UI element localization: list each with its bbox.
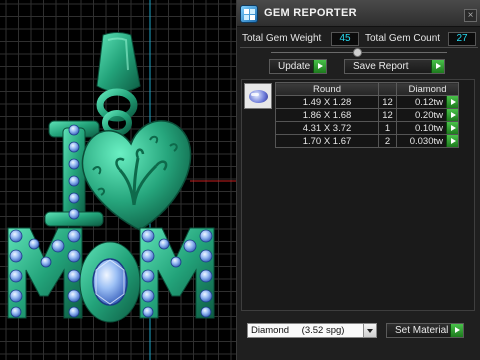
- accent-gem: [51, 239, 65, 253]
- gem-reporter-panel: GEM REPORTER × Total Gem Weight 45 Total…: [236, 0, 480, 360]
- accent-gem: [199, 249, 213, 263]
- gem-weight-cell: 0.10tw: [396, 121, 459, 135]
- 3d-viewport[interactable]: [0, 0, 238, 360]
- accent-gem: [199, 269, 213, 283]
- panel-titlebar[interactable]: GEM REPORTER ×: [237, 0, 480, 27]
- total-gem-count-value: 27: [448, 32, 476, 46]
- gem-size-cell: 4.31 X 3.72: [275, 121, 379, 135]
- gem-size-cell-text: 4.31 X 3.72: [302, 122, 352, 134]
- accent-gem: [141, 249, 155, 263]
- accent-gem: [170, 256, 182, 268]
- accent-gem: [68, 192, 80, 204]
- set-material-button[interactable]: Set Material: [386, 323, 464, 338]
- panel-slider-knob[interactable]: [353, 48, 362, 57]
- play-arrow-icon: [313, 60, 326, 73]
- gem-table: Round Diamond 1.49 X 1.28 12 0.12tw 1.86 X …: [275, 82, 459, 148]
- gem-count-cell-text: 12: [382, 109, 393, 121]
- accent-gem: [200, 306, 212, 318]
- accent-gem: [67, 269, 81, 283]
- gem-weight-cell-text: 0.12tw: [415, 96, 443, 108]
- play-arrow-icon: [450, 324, 463, 337]
- jewelry-model-render[interactable]: [0, 0, 238, 360]
- column-header-count: [378, 82, 397, 96]
- gem-weight-cell: 0.20tw: [396, 108, 459, 122]
- play-arrow-icon[interactable]: [446, 96, 458, 108]
- accent-gem: [199, 289, 213, 303]
- gem-weight-cell-text: 0.030tw: [409, 135, 443, 147]
- accent-gem: [9, 229, 23, 243]
- accent-gem: [28, 238, 40, 250]
- accent-gem: [68, 141, 80, 153]
- accent-gem: [158, 238, 170, 250]
- total-gem-weight-value: 45: [331, 32, 359, 46]
- accent-gem: [67, 289, 81, 303]
- gem-size-cell-text: 1.70 X 1.67: [302, 135, 352, 147]
- gem-reporter-app-icon: [240, 5, 258, 23]
- total-gem-count-label: Total Gem Count: [365, 33, 441, 44]
- accent-gem: [68, 175, 80, 187]
- material-specific-gravity: (3.52 spg): [301, 325, 345, 336]
- gem-count-cell: 2: [378, 134, 397, 148]
- accent-gem: [67, 229, 81, 243]
- save-report-button-label: Save Report: [353, 61, 409, 72]
- gem-size-cell-text: 1.86 X 1.68: [302, 109, 352, 121]
- gem-size-cell: 1.70 X 1.67: [275, 134, 379, 148]
- set-material-button-label: Set Material: [395, 325, 449, 336]
- accent-gem: [68, 208, 80, 220]
- accent-gem: [9, 269, 23, 283]
- gem-count-cell-text: 2: [384, 135, 391, 147]
- accent-gem: [10, 306, 22, 318]
- panel-title: GEM REPORTER: [264, 7, 357, 19]
- gem-table-row[interactable]: 1.70 X 1.67 2 0.030tw: [275, 134, 459, 148]
- material-name: Diamond: [251, 325, 290, 336]
- play-arrow-icon[interactable]: [446, 135, 458, 147]
- gem-count-cell-text: 12: [382, 96, 393, 108]
- accent-gem: [9, 289, 23, 303]
- pendant-bail: [96, 32, 141, 136]
- accent-gem: [68, 158, 80, 170]
- play-arrow-icon: [431, 60, 444, 73]
- gem-weight-cell-text: 0.10tw: [415, 122, 443, 134]
- gem-weight-cell: 0.030tw: [396, 134, 459, 148]
- accent-gem: [142, 306, 154, 318]
- accent-gem: [199, 229, 213, 243]
- gem-size-cell: 1.86 X 1.68: [275, 108, 379, 122]
- gem-weight-cell-text: 0.20tw: [415, 109, 443, 121]
- play-arrow-icon[interactable]: [446, 109, 458, 121]
- accent-gem: [68, 306, 80, 318]
- oval-gem-icon[interactable]: [244, 83, 272, 109]
- accent-gem: [67, 249, 81, 263]
- accent-gem: [9, 249, 23, 263]
- gem-count-cell-text: 1: [384, 122, 391, 134]
- gem-count-cell: 1: [378, 121, 397, 135]
- chevron-down-icon[interactable]: [363, 324, 376, 337]
- column-header-shape: Round: [275, 82, 379, 96]
- gem-count-cell: 12: [378, 108, 397, 122]
- accent-gem: [68, 124, 80, 136]
- accent-gem: [141, 229, 155, 243]
- save-report-button[interactable]: Save Report: [344, 59, 445, 74]
- material-select[interactable]: Diamond (3.52 spg): [247, 323, 377, 338]
- update-button-label: Update: [278, 61, 311, 72]
- update-button[interactable]: Update: [269, 59, 327, 74]
- accent-gem: [141, 289, 155, 303]
- column-header-material: Diamond: [396, 82, 459, 96]
- total-gem-weight-label: Total Gem Weight: [242, 33, 322, 44]
- gem-table-header: Round Diamond: [275, 82, 459, 96]
- close-button[interactable]: ×: [464, 9, 477, 22]
- gem-weight-cell: 0.12tw: [396, 95, 459, 109]
- gem-count-cell: 12: [378, 95, 397, 109]
- gem-table-row[interactable]: 1.86 X 1.68 12 0.20tw: [275, 108, 459, 122]
- play-arrow-icon[interactable]: [446, 122, 458, 134]
- gem-size-cell: 1.49 X 1.28: [275, 95, 379, 109]
- gem-table-row[interactable]: 1.49 X 1.28 12 0.12tw: [275, 95, 459, 109]
- accent-gem: [141, 269, 155, 283]
- accent-gem: [183, 239, 197, 253]
- gem-size-cell-text: 1.49 X 1.28: [302, 96, 352, 108]
- accent-gem: [40, 256, 52, 268]
- gem-table-row[interactable]: 4.31 X 3.72 1 0.10tw: [275, 121, 459, 135]
